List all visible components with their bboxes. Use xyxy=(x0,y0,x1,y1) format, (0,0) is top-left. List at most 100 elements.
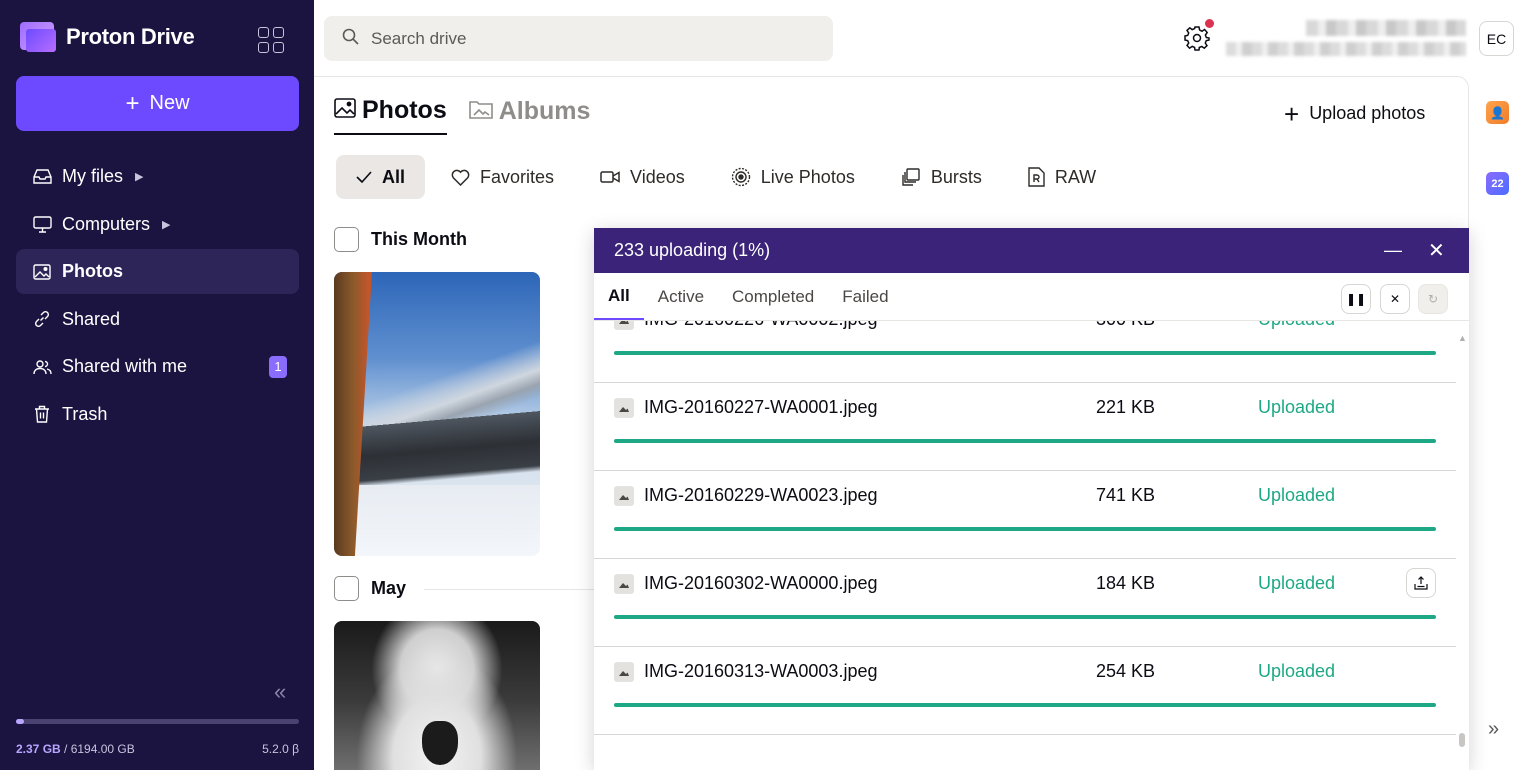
minimize-icon[interactable]: — xyxy=(1384,240,1402,261)
sidebar-item-computers[interactable]: Computers ▶ xyxy=(16,202,299,247)
expand-rail-icon[interactable]: » xyxy=(1488,718,1499,741)
proton-drive-logo[interactable]: Proton Drive xyxy=(20,22,195,52)
upload-tab-failed[interactable]: Failed xyxy=(828,273,902,320)
sidebar-item-my-files[interactable]: My files ▶ xyxy=(16,154,299,199)
image-file-icon xyxy=(614,662,634,682)
check-icon xyxy=(356,171,372,183)
app-switcher-icon[interactable] xyxy=(258,27,284,53)
sidebar-item-trash[interactable]: Trash xyxy=(16,392,299,437)
filter-live-photos[interactable]: Live Photos xyxy=(711,155,875,199)
tab-albums[interactable]: Albums xyxy=(468,96,590,135)
upload-progress-bar xyxy=(614,527,1436,531)
redacted-user-name xyxy=(1306,20,1466,36)
retry-all-button[interactable]: ↻ xyxy=(1418,284,1448,314)
search-bar[interactable] xyxy=(324,16,833,61)
upload-tab-all[interactable]: All xyxy=(594,273,644,320)
sidebar-nav: My files ▶ Computers ▶ Photos Shared Sha… xyxy=(16,154,299,439)
cancel-all-button[interactable]: ✕ xyxy=(1380,284,1410,314)
trash-icon xyxy=(32,404,52,424)
photo-thumbnail[interactable] xyxy=(334,272,540,556)
upload-tab-completed[interactable]: Completed xyxy=(718,273,828,320)
filter-raw[interactable]: RAW xyxy=(1008,155,1116,199)
app-version: 5.2.0 β xyxy=(262,742,299,756)
select-section-checkbox[interactable] xyxy=(334,576,359,601)
scroll-up-arrow-icon[interactable]: ▲ xyxy=(1458,333,1467,343)
user-avatar[interactable]: EC xyxy=(1479,21,1514,56)
search-input[interactable] xyxy=(371,28,771,49)
select-section-checkbox[interactable] xyxy=(334,227,359,252)
gear-icon xyxy=(1184,26,1210,51)
close-icon: ✕ xyxy=(1389,292,1401,306)
filter-favorites[interactable]: Favorites xyxy=(431,155,574,199)
upload-manager-tabs: All Active Completed Failed ❚❚ ✕ ↻ xyxy=(594,273,1469,321)
filter-bursts[interactable]: Bursts xyxy=(881,155,1002,199)
heart-icon xyxy=(451,169,470,186)
filter-label: RAW xyxy=(1054,166,1097,187)
redacted-user-email xyxy=(1226,42,1466,56)
sidebar-item-shared-with-me[interactable]: Shared with me 1 xyxy=(16,344,299,389)
upload-row: IMG-20160229-WA0023.jpeg 741 KB Uploaded xyxy=(594,471,1456,559)
bursts-icon xyxy=(901,168,921,186)
upload-list-scrollbar[interactable]: ▲ xyxy=(1458,333,1467,753)
user-account-info[interactable] xyxy=(1226,18,1466,62)
file-name: IMG-20160227-WA0001.jpeg xyxy=(644,397,878,417)
upload-photos-label: Upload photos xyxy=(1309,103,1426,123)
file-size: 741 KB xyxy=(1096,485,1156,505)
storage-usage: 2.37 GB / 6194.00 GB xyxy=(16,742,135,756)
filter-all[interactable]: All xyxy=(336,155,426,199)
upload-progress-bar xyxy=(614,615,1436,619)
link-icon xyxy=(32,309,52,329)
storage-progress-fill xyxy=(16,719,24,724)
filter-videos[interactable]: Videos xyxy=(580,155,705,199)
right-app-rail: 👤 22 » xyxy=(1470,76,1527,770)
filter-label: Videos xyxy=(630,166,685,187)
notification-dot xyxy=(1205,19,1214,28)
storage-progress-bar xyxy=(16,719,299,724)
upload-status: Uploaded xyxy=(1258,485,1336,505)
search-icon xyxy=(342,28,359,50)
sidebar-item-label: Shared with me xyxy=(62,356,188,376)
upload-progress-bar xyxy=(614,703,1436,707)
section-this-month: This Month xyxy=(334,227,467,252)
close-icon[interactable]: ✕ xyxy=(1428,238,1445,263)
file-size: 300 KB xyxy=(1096,321,1155,330)
upload-row: IMG-20160302-WA0000.jpeg 184 KB Uploaded xyxy=(594,559,1456,647)
upload-progress-bar xyxy=(614,351,1436,355)
settings-button[interactable] xyxy=(1184,19,1214,51)
file-name: IMG-20160226-WA0002.jpeg xyxy=(644,321,877,330)
tab-photos[interactable]: Photos xyxy=(334,96,447,135)
caret-right-icon[interactable]: ▶ xyxy=(135,170,143,183)
scrollbar-thumb[interactable] xyxy=(1459,733,1465,747)
upload-tab-active[interactable]: Active xyxy=(644,273,718,320)
new-button[interactable]: + New xyxy=(16,76,299,131)
pause-all-button[interactable]: ❚❚ xyxy=(1341,284,1371,314)
sidebar-item-photos[interactable]: Photos xyxy=(16,249,299,294)
collapse-sidebar-icon[interactable]: « xyxy=(274,679,286,705)
filter-label: Live Photos xyxy=(760,166,855,187)
upload-photos-button[interactable]: + Upload photos xyxy=(1284,101,1426,127)
filter-label: Favorites xyxy=(480,166,555,187)
contacts-app-icon[interactable]: 👤 xyxy=(1486,101,1509,124)
upload-progress-bar xyxy=(614,439,1436,443)
calendar-app-icon[interactable]: 22 xyxy=(1486,172,1509,195)
caret-right-icon[interactable]: ▶ xyxy=(162,218,170,231)
upload-status: Uploaded xyxy=(1258,573,1336,593)
upload-manager: 233 uploading (1%) — ✕ All Active Comple… xyxy=(594,228,1469,770)
storage-total: / 6194.00 GB xyxy=(60,742,135,756)
share-link-button[interactable] xyxy=(1406,568,1436,598)
section-title: May xyxy=(371,578,407,598)
upload-manager-header: 233 uploading (1%) — ✕ xyxy=(594,228,1469,273)
sidebar-item-label: Shared xyxy=(62,308,121,329)
image-file-icon xyxy=(614,486,634,506)
sidebar-item-shared[interactable]: Shared xyxy=(16,297,299,342)
raw-icon xyxy=(1028,167,1045,187)
upload-status: Uploaded xyxy=(1258,321,1335,330)
section-may: May xyxy=(334,576,406,601)
file-size: 221 KB xyxy=(1096,397,1156,417)
tab-label: Photos xyxy=(362,96,447,124)
folder-logo-icon xyxy=(20,22,56,52)
sidebar-item-label: Trash xyxy=(62,403,108,424)
retry-icon: ↻ xyxy=(1427,292,1439,306)
photo-thumbnail[interactable] xyxy=(334,621,540,770)
page-tabs: Photos Albums xyxy=(334,96,590,135)
